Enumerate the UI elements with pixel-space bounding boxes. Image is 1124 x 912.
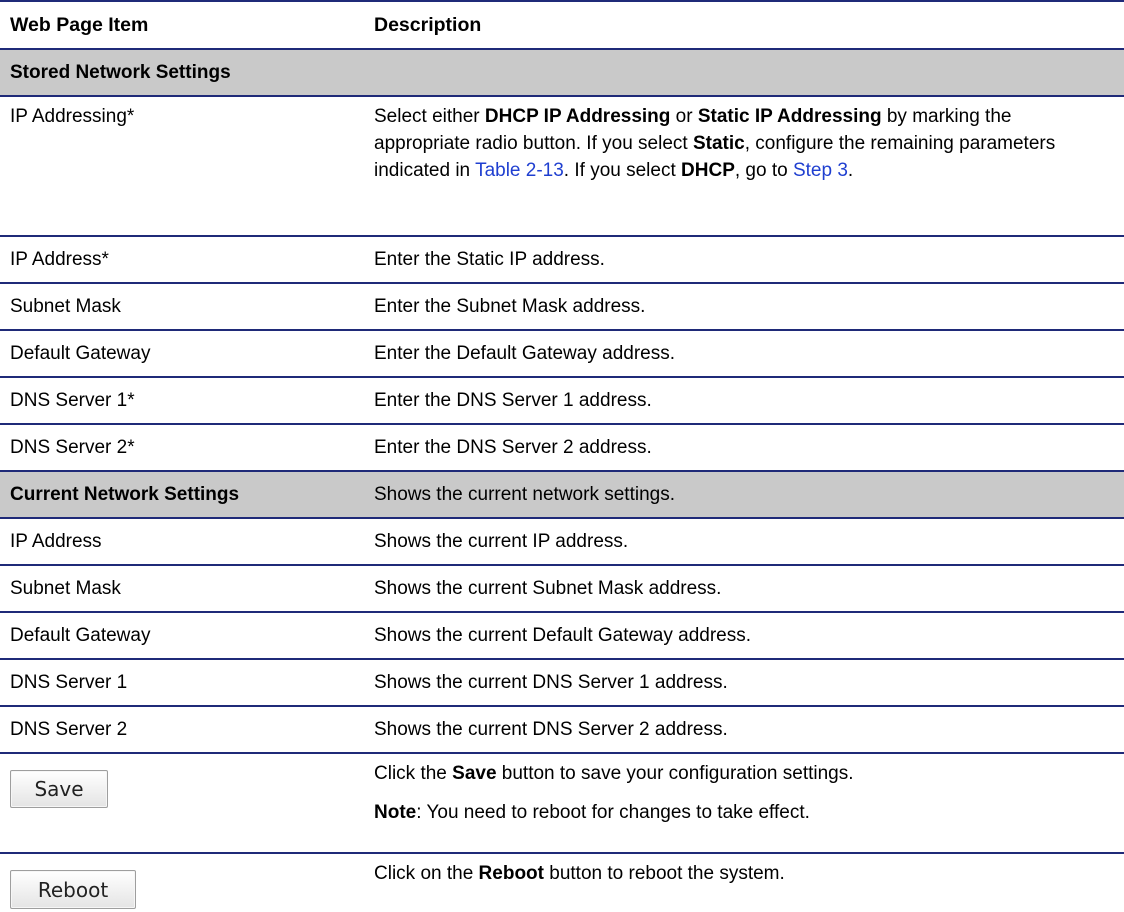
bold-text: Static IP Addressing — [697, 106, 882, 127]
item-description: Enter the Static IP address. — [374, 249, 605, 270]
text: or — [670, 106, 698, 127]
save-note: Note: You need to reboot for changes to … — [374, 799, 1102, 826]
item-description: Shows the current Subnet Mask address. — [374, 578, 722, 599]
bold-text: DHCP — [681, 160, 735, 181]
section-current-network-settings: Current Network Settings Shows the curre… — [0, 470, 1124, 517]
text: Click on the — [374, 863, 479, 884]
reboot-button[interactable]: Reboot — [10, 870, 136, 909]
item-description: Shows the current IP address. — [374, 531, 629, 552]
item-description: Enter the DNS Server 1 address. — [374, 390, 652, 411]
bold-text: DHCP IP Addressing — [484, 106, 671, 127]
item-label: IP Address — [10, 531, 102, 552]
table-row: DNS Server 1 Shows the current DNS Serve… — [0, 658, 1124, 705]
table-row: IP Address* Enter the Static IP address. — [0, 235, 1124, 282]
item-label: IP Address* — [10, 249, 109, 270]
text: , go to — [734, 160, 793, 181]
header-description: Description — [374, 14, 482, 36]
table-row: DNS Server 2 Shows the current DNS Serve… — [0, 705, 1124, 752]
table-row-reboot: Reboot Click on the Reboot button to reb… — [0, 852, 1124, 912]
section-description: Shows the current network settings. — [374, 484, 675, 505]
header-web-page-item: Web Page Item — [10, 14, 149, 36]
bold-text: Reboot — [478, 863, 544, 884]
item-label: DNS Server 1* — [10, 390, 135, 411]
item-description: Shows the current Default Gateway addres… — [374, 625, 752, 646]
save-button[interactable]: Save — [10, 770, 108, 808]
text: Select either — [374, 106, 485, 127]
table-reference-link[interactable]: Table 2-13 — [475, 160, 564, 181]
note-text: : You need to reboot for changes to take… — [416, 802, 810, 823]
table-row: DNS Server 1* Enter the DNS Server 1 add… — [0, 376, 1124, 423]
item-description: Select either DHCP IP Addressing or Stat… — [374, 97, 1102, 184]
section-title: Current Network Settings — [10, 484, 240, 505]
table-row: Default Gateway Enter the Default Gatewa… — [0, 329, 1124, 376]
item-label: DNS Server 1 — [10, 672, 128, 693]
item-label: Subnet Mask — [10, 296, 121, 317]
section-title: Stored Network Settings — [10, 62, 231, 83]
table-row: Default Gateway Shows the current Defaul… — [0, 611, 1124, 658]
item-label: Default Gateway — [10, 343, 151, 364]
item-description: Enter the Default Gateway address. — [374, 343, 675, 364]
section-stored-network-settings: Stored Network Settings — [0, 48, 1124, 95]
table-row: DNS Server 2* Enter the DNS Server 2 add… — [0, 423, 1124, 470]
item-description: Shows the current DNS Server 2 address. — [374, 719, 728, 740]
item-description: Enter the DNS Server 2 address. — [374, 437, 652, 458]
item-label: DNS Server 2* — [10, 437, 135, 458]
bold-text: Save — [452, 763, 497, 784]
item-description: Shows the current DNS Server 1 address. — [374, 672, 728, 693]
note-label: Note — [374, 802, 417, 823]
step-reference-link[interactable]: Step 3 — [793, 160, 848, 181]
item-label: IP Addressing* — [10, 106, 135, 127]
save-description: Click the Save button to save your confi… — [374, 754, 1102, 787]
text: Click the — [374, 763, 453, 784]
text: . — [847, 160, 854, 181]
table-row: IP Address Shows the current IP address. — [0, 517, 1124, 564]
table-row: Subnet Mask Enter the Subnet Mask addres… — [0, 282, 1124, 329]
item-label: DNS Server 2 — [10, 719, 128, 740]
item-description: Enter the Subnet Mask address. — [374, 296, 646, 317]
table-header: Web Page Item Description — [0, 0, 1124, 48]
bold-text: Static — [692, 133, 745, 154]
table-row: Subnet Mask Shows the current Subnet Mas… — [0, 564, 1124, 611]
item-label: Default Gateway — [10, 625, 151, 646]
table-row-save: Save Click the Save button to save your … — [0, 752, 1124, 852]
text: button to save your configuration settin… — [496, 763, 854, 784]
text: button to reboot the system. — [543, 863, 785, 884]
settings-table: Web Page Item Description Stored Network… — [0, 0, 1124, 912]
item-label: Subnet Mask — [10, 578, 121, 599]
text: . If you select — [563, 160, 682, 181]
reboot-description: Click on the Reboot button to reboot the… — [374, 854, 1102, 887]
table-row-ip-addressing: IP Addressing* Select either DHCP IP Add… — [0, 95, 1124, 235]
